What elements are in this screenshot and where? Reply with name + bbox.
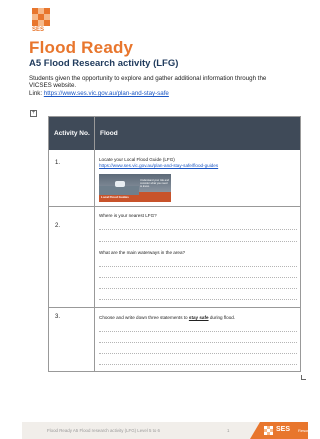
row-3-number: 3. bbox=[55, 314, 61, 320]
intro-line-1: Students given the opportunity to explor… bbox=[29, 75, 267, 82]
intro-paragraph: Students given the opportunity to explor… bbox=[29, 75, 289, 97]
answer-line[interactable] bbox=[99, 342, 297, 343]
footer-ses-logo-icon bbox=[264, 426, 273, 435]
plan-and-stay-safe-link[interactable]: https://www.ses.vic.gov.au/plan-and-stay… bbox=[44, 90, 169, 97]
answer-line[interactable] bbox=[99, 331, 297, 332]
footer-label: Flood Ready A5 Flood research activity (… bbox=[47, 428, 160, 433]
answer-line[interactable] bbox=[99, 364, 297, 365]
row-2b-question: What are the main waterways in the area? bbox=[99, 250, 186, 255]
table-header-row: Activity No. Flood bbox=[49, 117, 300, 150]
flooded-car-icon bbox=[115, 181, 125, 187]
intro-line-2: VICSES website. bbox=[29, 82, 77, 90]
flood-guides-link[interactable]: https://www.ses.vic.gov.au/plan-and-stay… bbox=[99, 163, 297, 169]
answer-line[interactable] bbox=[99, 266, 297, 267]
worksheet-page: SES Flood Ready A5 Flood Research activi… bbox=[22, 0, 308, 439]
footer-brand-text: SES bbox=[276, 426, 291, 433]
row-divider bbox=[49, 206, 300, 207]
intro-link-line: Link: https://www.ses.vic.gov.au/plan-an… bbox=[29, 90, 289, 97]
answer-line[interactable] bbox=[99, 288, 297, 289]
page-title: Flood Ready bbox=[29, 38, 134, 57]
stay-safe-emphasis: stay safe bbox=[188, 315, 209, 320]
ses-logo: SES bbox=[32, 8, 50, 33]
header-flood: Flood bbox=[100, 130, 118, 137]
table-move-handle-icon[interactable]: + bbox=[30, 110, 37, 117]
table-resize-handle-icon[interactable] bbox=[301, 375, 306, 380]
footer-page-number: 1 bbox=[227, 428, 230, 433]
row-1-instruction: Locate your Local Flood Guide (LFG) bbox=[99, 157, 175, 162]
answer-line[interactable] bbox=[99, 241, 297, 242]
ses-logo-mark-icon bbox=[32, 8, 50, 26]
footer-brand-tail: Resource bbox=[298, 428, 316, 433]
row-divider bbox=[49, 307, 300, 308]
column-divider bbox=[94, 117, 95, 371]
row-1-number: 1. bbox=[55, 160, 61, 166]
banner-caption: Understand your risk and consider what y… bbox=[140, 179, 169, 189]
row-2-number: 2. bbox=[55, 223, 61, 229]
page-footer: Flood Ready A5 Flood research activity (… bbox=[22, 422, 315, 439]
intro-link-label: Link: bbox=[29, 89, 44, 97]
header-activity-no: Activity No. bbox=[54, 130, 90, 137]
ses-logo-text: SES bbox=[32, 27, 45, 33]
answer-line[interactable] bbox=[99, 277, 297, 278]
row-2-question: Where is your nearest LFG? bbox=[99, 213, 157, 218]
answer-line[interactable] bbox=[99, 353, 297, 354]
banner-footer: Local Flood Guides bbox=[101, 195, 129, 199]
activity-subtitle: A5 Flood Research activity (LFG) bbox=[29, 58, 179, 69]
activity-table: Activity No. Flood 1. Locate your Local … bbox=[48, 116, 301, 372]
local-flood-guides-banner: Understand your risk and consider what y… bbox=[99, 174, 171, 202]
row-3-question: Choose and write down three statements t… bbox=[99, 315, 236, 320]
answer-line[interactable] bbox=[99, 299, 297, 300]
answer-line[interactable] bbox=[99, 229, 297, 230]
